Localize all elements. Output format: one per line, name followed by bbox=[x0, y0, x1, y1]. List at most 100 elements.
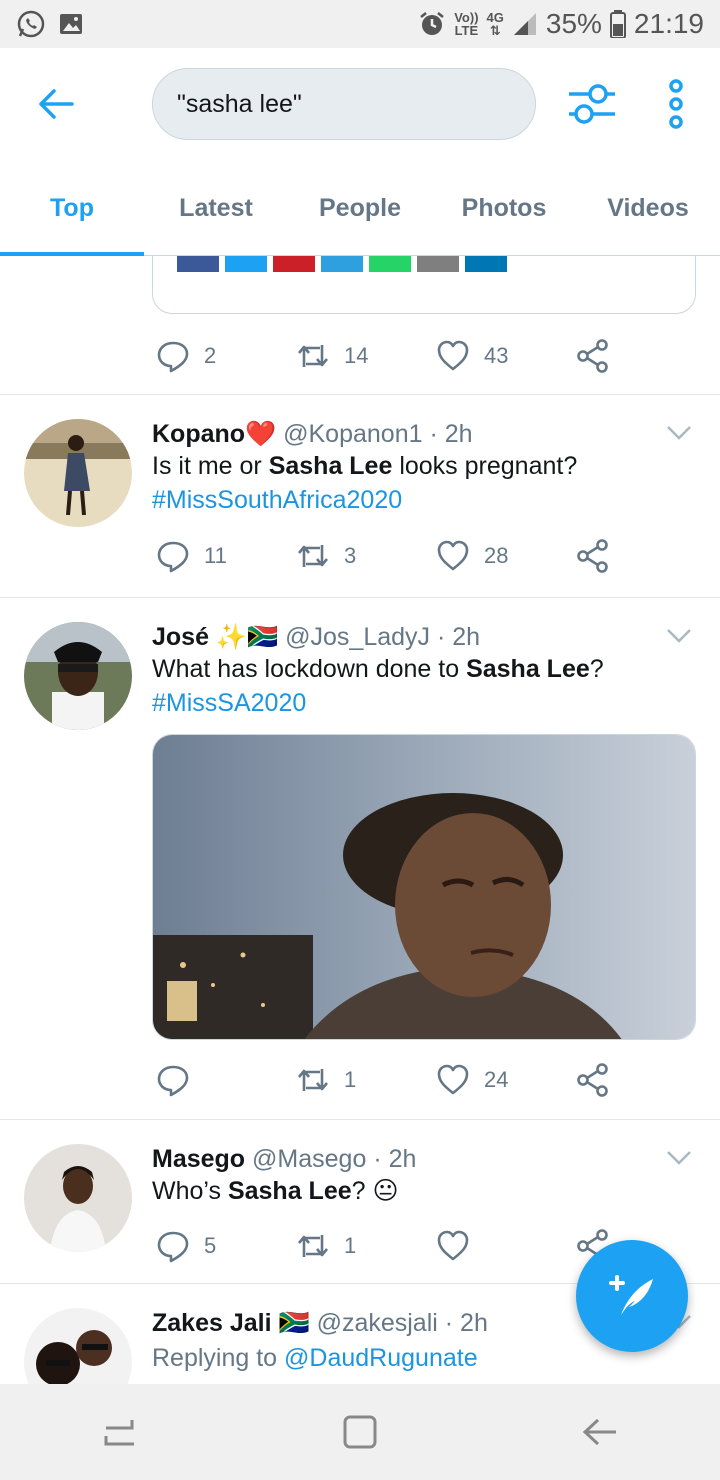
avatar[interactable] bbox=[24, 622, 132, 730]
tweet-text: What has lockdown done to Sasha Lee? bbox=[152, 655, 604, 683]
like-button[interactable]: 24 bbox=[436, 1060, 508, 1100]
like-button[interactable]: 28 bbox=[436, 536, 508, 576]
status-bar: Vo)) LTE 4G ⇅ 35% 21:19 bbox=[0, 0, 720, 48]
retweet-count: 1 bbox=[344, 1233, 357, 1258]
reply-count: 2 bbox=[204, 343, 217, 368]
like-count: 24 bbox=[484, 1067, 509, 1092]
search-input[interactable]: "sasha lee" bbox=[152, 68, 536, 140]
reply-count: 5 bbox=[204, 1233, 217, 1258]
back-nav-icon[interactable] bbox=[580, 1412, 620, 1452]
hashtag-link[interactable]: #MissSA2020 bbox=[152, 686, 696, 720]
more-vertical-icon[interactable] bbox=[662, 78, 690, 130]
tab-top[interactable]: Top bbox=[0, 160, 144, 256]
gallery-icon bbox=[60, 14, 82, 34]
reply-icon bbox=[157, 541, 189, 573]
tweet-header: Masego @Masego · 2h bbox=[152, 1144, 696, 1174]
author-name[interactable]: Zakes Jali 🇿🇦 bbox=[152, 1309, 310, 1337]
tab-people[interactable]: People bbox=[288, 160, 432, 256]
tweet-time: · 2h bbox=[373, 1145, 417, 1173]
recent-apps-icon[interactable] bbox=[100, 1412, 140, 1452]
tweet-header: José ✨🇿🇦 @Jos_LadyJ · 2h bbox=[152, 622, 696, 652]
retweet-button[interactable]: 14 bbox=[296, 336, 368, 376]
filter-icon[interactable] bbox=[566, 82, 618, 126]
tweet-time: · 2h bbox=[444, 1309, 488, 1337]
share-button[interactable] bbox=[576, 536, 610, 576]
avatar[interactable] bbox=[24, 1144, 132, 1252]
reply-icon bbox=[157, 1065, 189, 1097]
whatsapp-share-icon bbox=[369, 256, 411, 272]
retweet-count: 14 bbox=[344, 343, 369, 368]
tweet-image[interactable] bbox=[152, 734, 696, 1040]
chevron-down-icon[interactable] bbox=[666, 1150, 692, 1166]
tab-photos[interactable]: Photos bbox=[432, 160, 576, 256]
tab-latest[interactable]: Latest bbox=[144, 160, 288, 256]
share-button[interactable] bbox=[576, 336, 610, 376]
reply-button[interactable]: 5 bbox=[156, 1226, 216, 1266]
clock: 21:19 bbox=[633, 8, 704, 39]
compose-tweet-button[interactable] bbox=[576, 1240, 688, 1352]
volte-indicator: Vo)) LTE bbox=[454, 10, 479, 38]
author-handle[interactable]: @Kopanon1 bbox=[283, 420, 422, 448]
tweet-actions: 11 3 28 bbox=[152, 536, 672, 576]
retweet-icon bbox=[298, 545, 328, 567]
author-handle[interactable]: @Masego bbox=[252, 1145, 366, 1173]
back-arrow-icon[interactable] bbox=[36, 84, 76, 124]
whatsapp-icon bbox=[17, 10, 45, 38]
home-icon[interactable] bbox=[340, 1412, 380, 1452]
tweet-actions: 2 14 43 bbox=[152, 336, 672, 376]
share-button[interactable] bbox=[576, 1060, 610, 1100]
author-name[interactable]: Kopano❤️ bbox=[152, 420, 276, 448]
tweet-actions: 1 24 bbox=[152, 1060, 672, 1100]
reply-button[interactable]: 2 bbox=[156, 336, 216, 376]
like-count: 43 bbox=[484, 343, 509, 368]
tweet-item[interactable]: Kopano❤️ @Kopanon1 · 2h Is it me or Sash… bbox=[0, 395, 720, 598]
tweet-header: Kopano❤️ @Kopanon1 · 2h bbox=[152, 419, 696, 449]
mention-link[interactable]: @DaudRugunate bbox=[284, 1344, 478, 1372]
share-icon bbox=[577, 339, 608, 373]
tweet-time: · 2h bbox=[429, 420, 473, 448]
email-share-icon bbox=[417, 256, 459, 272]
reply-count: 11 bbox=[204, 543, 227, 568]
battery-percent: 35% bbox=[545, 8, 602, 39]
app-header: "sasha lee" bbox=[0, 48, 720, 160]
retweet-icon bbox=[298, 1235, 328, 1257]
author-name[interactable]: Masego bbox=[152, 1145, 245, 1173]
tweet-item[interactable]: José ✨🇿🇦 @Jos_LadyJ · 2h What has lockdo… bbox=[0, 598, 720, 1120]
like-count: 28 bbox=[484, 543, 509, 568]
author-name[interactable]: José ✨🇿🇦 bbox=[152, 623, 278, 651]
tweet-partial[interactable]: 2 14 43 bbox=[0, 256, 720, 395]
tweet-text: Is it me or Sasha Lee looks pregnant? bbox=[152, 452, 578, 480]
reply-icon bbox=[157, 341, 189, 373]
tab-videos[interactable]: Videos bbox=[576, 160, 720, 256]
author-handle[interactable]: @zakesjali bbox=[317, 1309, 438, 1337]
twitter-share-icon bbox=[225, 256, 267, 272]
telegram-share-icon bbox=[321, 256, 363, 272]
retweet-button[interactable]: 3 bbox=[296, 536, 356, 576]
pinterest-share-icon bbox=[273, 256, 315, 272]
chevron-down-icon[interactable] bbox=[666, 425, 692, 441]
chevron-down-icon[interactable] bbox=[666, 628, 692, 644]
battery-icon bbox=[609, 10, 626, 38]
signal-icon bbox=[513, 13, 536, 35]
share-icon bbox=[577, 1063, 608, 1097]
linkedin-share-icon bbox=[465, 256, 507, 272]
retweet-button[interactable]: 1 bbox=[296, 1060, 356, 1100]
tweet-body: Kopano❤️ @Kopanon1 · 2h Is it me or Sash… bbox=[152, 419, 696, 517]
hashtag-link[interactable]: #MissSouthAfrica2020 bbox=[152, 483, 696, 517]
reply-button[interactable] bbox=[156, 1060, 204, 1100]
avatar[interactable] bbox=[24, 1308, 132, 1384]
compose-tweet-icon bbox=[609, 1275, 653, 1315]
search-query: "sasha lee" bbox=[177, 89, 302, 118]
tweet-body: José ✨🇿🇦 @Jos_LadyJ · 2h What has lockdo… bbox=[152, 622, 696, 720]
reply-icon bbox=[157, 1231, 189, 1263]
tweet-text: Who’s Sasha Lee? 😐 bbox=[152, 1177, 399, 1205]
like-button[interactable] bbox=[436, 1226, 484, 1266]
like-button[interactable]: 43 bbox=[436, 336, 508, 376]
avatar[interactable] bbox=[24, 419, 132, 527]
tweet-time: · 2h bbox=[437, 623, 481, 651]
link-card[interactable] bbox=[152, 256, 696, 314]
author-handle[interactable]: @Jos_LadyJ bbox=[285, 623, 430, 651]
reply-button[interactable]: 11 bbox=[156, 536, 227, 576]
like-icon bbox=[437, 1230, 469, 1261]
retweet-button[interactable]: 1 bbox=[296, 1226, 356, 1266]
